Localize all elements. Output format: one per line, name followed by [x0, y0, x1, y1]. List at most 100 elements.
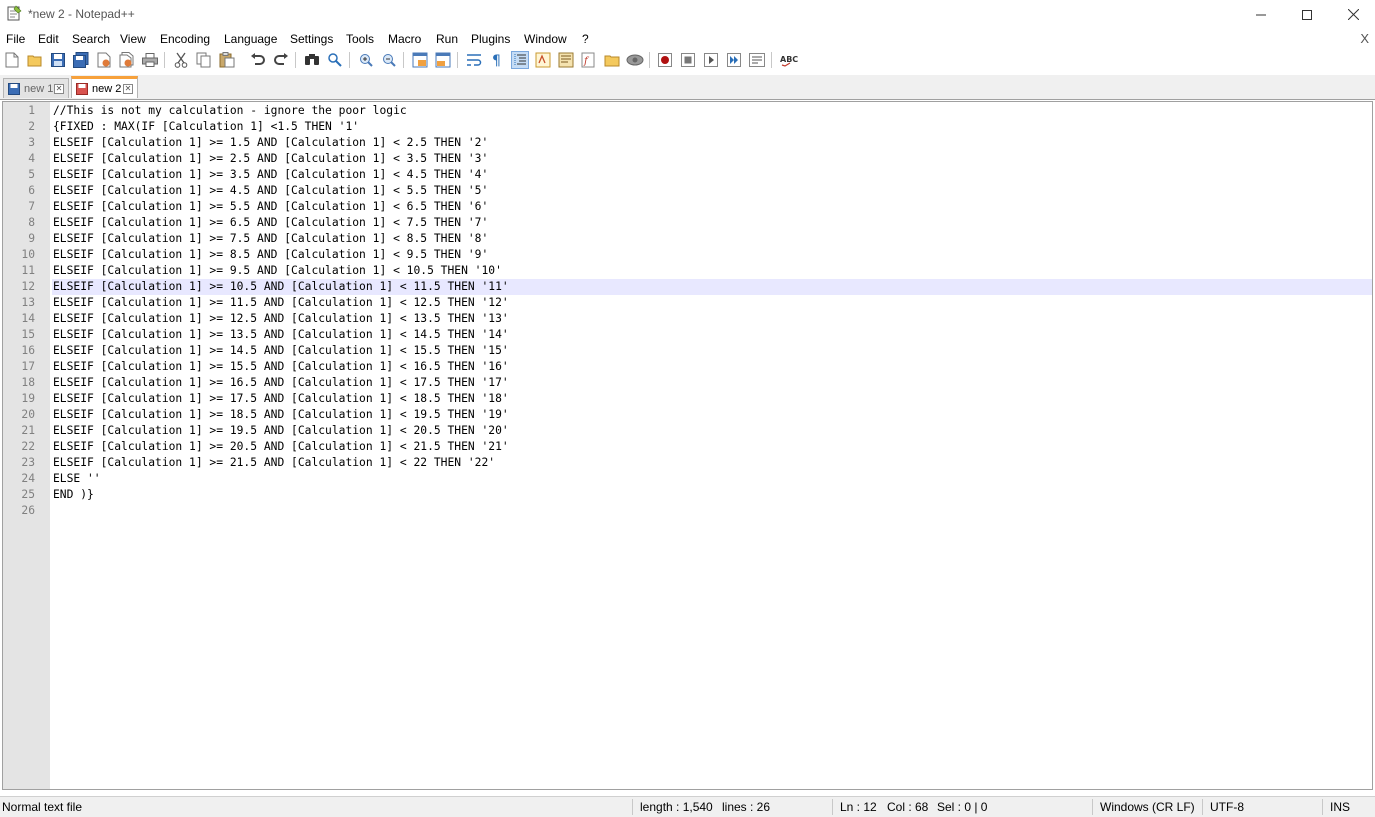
cut-icon[interactable]	[172, 51, 190, 69]
save-all-icon[interactable]	[72, 51, 90, 69]
undo-icon[interactable]	[249, 51, 267, 69]
code-line[interactable]	[52, 503, 1372, 519]
line-number: 10	[21, 248, 35, 261]
minimize-button[interactable]	[1238, 0, 1284, 29]
lang-define-icon[interactable]	[534, 51, 552, 69]
new-file-icon[interactable]	[3, 51, 21, 69]
record-macro-icon[interactable]	[656, 51, 674, 69]
menu-tools[interactable]: Tools	[346, 32, 374, 46]
save-macro-icon[interactable]	[748, 51, 766, 69]
code-line[interactable]: ELSEIF [Calculation 1] >= 12.5 AND [Calc…	[52, 311, 1372, 327]
code-line[interactable]: ELSEIF [Calculation 1] >= 21.5 AND [Calc…	[52, 455, 1372, 471]
code-line[interactable]: ELSEIF [Calculation 1] >= 5.5 AND [Calcu…	[52, 199, 1372, 215]
title-bar: *new 2 - Notepad++	[0, 0, 1375, 29]
doc-map-icon[interactable]	[557, 51, 575, 69]
tab-close-icon[interactable]: ✕	[54, 83, 64, 94]
save-icon[interactable]	[49, 51, 67, 69]
code-line[interactable]: ELSE ''	[52, 471, 1372, 487]
zoom-out-icon[interactable]	[380, 51, 398, 69]
menu-window[interactable]: Window	[524, 32, 567, 46]
stop-record-icon[interactable]	[679, 51, 697, 69]
line-number: 5	[28, 168, 35, 181]
tab-close-icon[interactable]: ✕	[123, 83, 133, 94]
code-line[interactable]: ELSEIF [Calculation 1] >= 4.5 AND [Calcu…	[52, 183, 1372, 199]
code-line[interactable]: ELSEIF [Calculation 1] >= 14.5 AND [Calc…	[52, 343, 1372, 359]
code-line[interactable]: ELSEIF [Calculation 1] >= 11.5 AND [Calc…	[52, 295, 1372, 311]
open-file-icon[interactable]	[26, 51, 44, 69]
code-line[interactable]: ELSEIF [Calculation 1] >= 20.5 AND [Calc…	[52, 439, 1372, 455]
close-window-button[interactable]	[1330, 0, 1375, 29]
menu-macro[interactable]: Macro	[388, 32, 421, 46]
code-line[interactable]: ELSEIF [Calculation 1] >= 16.5 AND [Calc…	[52, 375, 1372, 391]
toolbar: ¶ f ABC	[0, 48, 1375, 73]
code-line[interactable]: {FIXED : MAX(IF [Calculation 1] <1.5 THE…	[52, 119, 1372, 135]
close-file-icon[interactable]	[95, 51, 113, 69]
code-line[interactable]: ELSEIF [Calculation 1] >= 3.5 AND [Calcu…	[52, 167, 1372, 183]
tab-new-1[interactable]: new 1 ✕	[3, 78, 69, 98]
menu-encoding[interactable]: Encoding	[160, 32, 210, 46]
zoom-in-icon[interactable]	[357, 51, 375, 69]
status-eol-format[interactable]: Windows (CR LF)	[1100, 797, 1195, 817]
code-line[interactable]: ELSEIF [Calculation 1] >= 13.5 AND [Calc…	[52, 327, 1372, 343]
code-line[interactable]: ELSEIF [Calculation 1] >= 18.5 AND [Calc…	[52, 407, 1372, 423]
indent-guide-icon[interactable]	[511, 51, 529, 69]
line-number: 17	[21, 360, 35, 373]
menu-view[interactable]: View	[120, 32, 146, 46]
function-list-icon[interactable]: f	[580, 51, 598, 69]
code-line[interactable]: END )}	[52, 487, 1372, 503]
code-line[interactable]: ELSEIF [Calculation 1] >= 10.5 AND [Calc…	[52, 279, 1372, 295]
find-icon[interactable]	[303, 51, 321, 69]
sync-vertical-icon[interactable]	[411, 51, 429, 69]
word-wrap-icon[interactable]	[465, 51, 483, 69]
monitoring-icon[interactable]	[626, 51, 644, 69]
menu-settings[interactable]: Settings	[290, 32, 333, 46]
status-insert-mode[interactable]: INS	[1330, 797, 1350, 817]
minimize-icon	[1256, 14, 1266, 15]
menu-edit[interactable]: Edit	[38, 32, 59, 46]
replace-icon[interactable]	[326, 51, 344, 69]
menu-plugins[interactable]: Plugins	[471, 32, 510, 46]
spell-check-icon[interactable]: ABC	[779, 51, 801, 69]
code-line[interactable]: ELSEIF [Calculation 1] >= 7.5 AND [Calcu…	[52, 231, 1372, 247]
code-line[interactable]: ELSEIF [Calculation 1] >= 1.5 AND [Calcu…	[52, 135, 1372, 151]
code-line[interactable]: ELSEIF [Calculation 1] >= 8.5 AND [Calcu…	[52, 247, 1372, 263]
menu-help[interactable]: ?	[582, 32, 589, 46]
paste-icon[interactable]	[218, 51, 236, 69]
code-line[interactable]: ELSEIF [Calculation 1] >= 9.5 AND [Calcu…	[52, 263, 1372, 279]
line-number: 21	[21, 424, 35, 437]
play-macro-icon[interactable]	[702, 51, 720, 69]
folder-workspace-icon[interactable]	[603, 51, 621, 69]
line-number: 6	[28, 184, 35, 197]
line-number: 7	[28, 200, 35, 213]
sync-horizontal-icon[interactable]	[434, 51, 452, 69]
close-all-icon[interactable]	[118, 51, 136, 69]
close-icon	[1347, 9, 1359, 20]
code-line[interactable]: //This is not my calculation - ignore th…	[52, 103, 1372, 119]
line-number: 23	[21, 456, 35, 469]
close-document-button[interactable]: X	[1360, 31, 1369, 46]
code-line[interactable]: ELSEIF [Calculation 1] >= 17.5 AND [Calc…	[52, 391, 1372, 407]
menu-run[interactable]: Run	[436, 32, 458, 46]
code-line[interactable]: ELSEIF [Calculation 1] >= 19.5 AND [Calc…	[52, 423, 1372, 439]
menu-file[interactable]: File	[6, 32, 25, 46]
code-line[interactable]: ELSEIF [Calculation 1] >= 6.5 AND [Calcu…	[52, 215, 1372, 231]
line-number: 19	[21, 392, 35, 405]
unsaved-file-icon	[76, 82, 88, 95]
menu-language[interactable]: Language	[224, 32, 277, 46]
text-editor[interactable]: 1 2 3 4 5 6 7 8 9 10 11 12 13 14 15 16 17 18 19 20 21 22 23 24 2…	[2, 101, 1373, 790]
redo-icon[interactable]	[272, 51, 290, 69]
status-file-type: Normal text file	[2, 800, 83, 814]
print-icon[interactable]	[141, 51, 159, 69]
tab-bar: new 1 ✕ new 2 ✕	[0, 75, 1375, 100]
tab-label: new 2	[92, 82, 122, 95]
tab-new-2[interactable]: new 2 ✕	[71, 76, 138, 98]
status-encoding[interactable]: UTF-8	[1210, 797, 1244, 817]
maximize-button[interactable]	[1284, 0, 1330, 29]
code-line[interactable]: ELSEIF [Calculation 1] >= 15.5 AND [Calc…	[52, 359, 1372, 375]
copy-icon[interactable]	[195, 51, 213, 69]
menu-search[interactable]: Search	[72, 32, 110, 46]
run-macro-multiple-icon[interactable]	[725, 51, 743, 69]
code-line[interactable]: ELSEIF [Calculation 1] >= 2.5 AND [Calcu…	[52, 151, 1372, 167]
status-line-number: Ln : 12	[840, 800, 877, 814]
show-all-chars-icon[interactable]: ¶	[488, 51, 506, 69]
